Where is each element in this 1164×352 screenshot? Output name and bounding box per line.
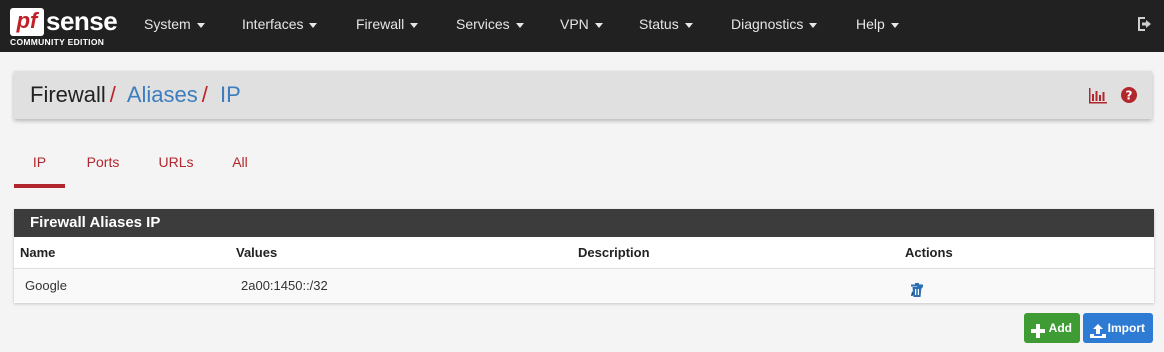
- column-header-values[interactable]: Values: [236, 237, 277, 269]
- nav-help[interactable]: Help: [856, 0, 899, 52]
- breadcrumb-aliases-link[interactable]: Aliases: [127, 82, 198, 107]
- sign-out-icon[interactable]: [1136, 15, 1154, 33]
- logo-pf-mark: pf: [10, 8, 44, 36]
- column-header-description[interactable]: Description: [578, 237, 650, 269]
- column-header-name[interactable]: Name: [20, 237, 55, 269]
- caret-down-icon: [196, 22, 205, 28]
- tab-label: Ports: [86, 154, 120, 170]
- nav-vpn[interactable]: VPN: [560, 0, 603, 52]
- delete-icon[interactable]: [909, 277, 925, 297]
- logo-wordmark: sense: [46, 6, 118, 36]
- nav-label: VPN: [560, 16, 589, 32]
- tab-ip[interactable]: IP: [14, 146, 65, 188]
- breadcrumb-panel: Firewall / Aliases / IP ?: [14, 71, 1152, 119]
- svg-text:?: ?: [1126, 89, 1133, 103]
- help-icon[interactable]: ?: [1120, 86, 1138, 104]
- nav-system[interactable]: System: [144, 0, 205, 52]
- tab-label: IP: [32, 154, 47, 170]
- nav-label: Help: [856, 16, 885, 32]
- nav-diagnostics[interactable]: Diagnostics: [731, 0, 818, 52]
- breadcrumb-icons: ?: [1078, 86, 1138, 104]
- nav-label: Services: [456, 16, 510, 32]
- logo-edition: COMMUNITY EDITION: [10, 37, 105, 47]
- breadcrumb-firewall: Firewall: [30, 82, 106, 107]
- breadcrumb: Firewall / Aliases / IP: [30, 71, 241, 119]
- nav-label: System: [144, 16, 191, 32]
- nav-label: Diagnostics: [731, 16, 804, 32]
- upload-icon: [1089, 320, 1106, 338]
- nav-label: Status: [639, 16, 679, 32]
- table-header: Name Values Description Actions: [14, 237, 1154, 269]
- breadcrumb-separator: /: [201, 82, 208, 107]
- caret-down-icon: [594, 22, 603, 28]
- panel-title: Firewall Aliases IP: [14, 209, 1154, 237]
- plus-icon: [1030, 320, 1046, 338]
- breadcrumb-separator: /: [109, 82, 116, 107]
- tab-label: All: [232, 154, 248, 170]
- nav-label: Firewall: [356, 16, 405, 32]
- add-button[interactable]: Add: [1024, 313, 1080, 343]
- tab-ports[interactable]: Ports: [78, 146, 128, 188]
- table-row[interactable]: Google 2a00:1450::/32: [14, 269, 1154, 302]
- chart-icon[interactable]: [1088, 86, 1107, 104]
- import-button[interactable]: Import: [1083, 313, 1153, 343]
- caret-down-icon: [410, 22, 419, 28]
- nav-label: Interfaces: [242, 16, 304, 32]
- nav-services[interactable]: Services: [456, 0, 524, 52]
- caret-down-icon: [515, 22, 524, 28]
- tab-all[interactable]: All: [222, 146, 258, 188]
- aliases-panel: Firewall Aliases IP Name Values Descript…: [14, 209, 1154, 303]
- caret-down-icon: [809, 22, 818, 28]
- caret-down-icon: [890, 22, 899, 28]
- cell-values: 2a00:1450::/32: [241, 278, 328, 293]
- import-button-label: Import: [1107, 321, 1145, 335]
- nav-firewall[interactable]: Firewall: [356, 0, 419, 52]
- pfsense-logo[interactable]: pf sense COMMUNITY EDITION: [10, 5, 118, 49]
- cell-name: Google: [25, 278, 67, 293]
- nav-interfaces[interactable]: Interfaces: [242, 0, 318, 52]
- breadcrumb-ip-link[interactable]: IP: [220, 82, 241, 107]
- nav-status[interactable]: Status: [639, 0, 693, 52]
- column-header-actions: Actions: [905, 245, 953, 260]
- caret-down-icon: [684, 22, 693, 28]
- tab-label: URLs: [158, 154, 194, 170]
- top-navbar: pf sense COMMUNITY EDITION System Interf…: [0, 0, 1164, 52]
- add-button-label: Add: [1048, 321, 1072, 335]
- tab-urls[interactable]: URLs: [151, 146, 201, 188]
- caret-down-icon: [309, 22, 318, 28]
